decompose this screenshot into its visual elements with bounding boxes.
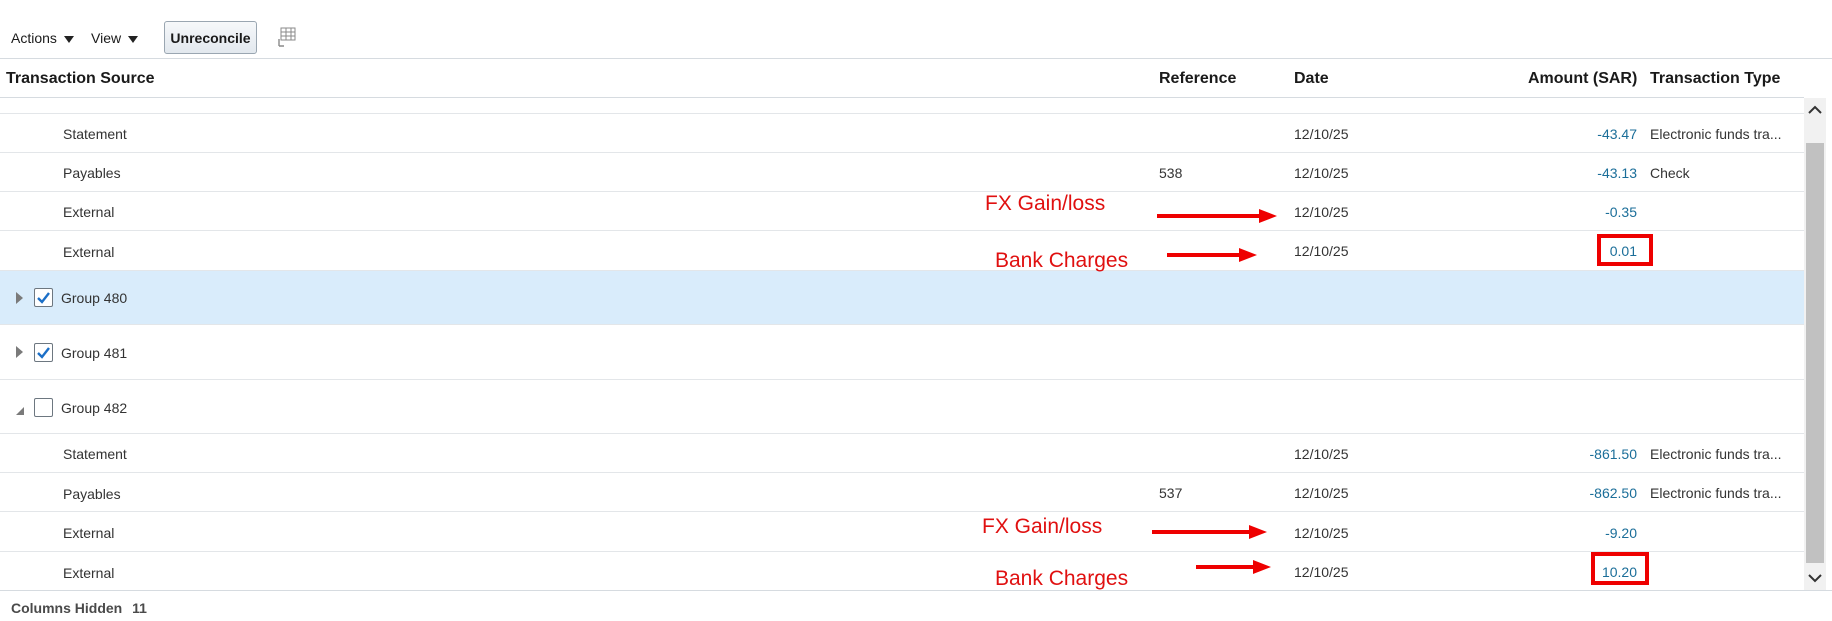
group-checkbox[interactable]	[34, 288, 53, 307]
cell-date: 12/10/25	[1294, 165, 1349, 181]
cell-date: 12/10/25	[1294, 446, 1349, 462]
view-menu[interactable]: View	[91, 30, 139, 46]
column-header-transaction-source[interactable]: Transaction Source	[6, 70, 155, 88]
cell-transaction-source: External	[63, 525, 115, 541]
chevron-up-icon[interactable]	[1806, 100, 1824, 120]
view-menu-label: View	[91, 30, 122, 46]
cell-reference: 537	[1159, 485, 1183, 501]
table-row[interactable]: External 12/10/25 0.01	[0, 231, 1804, 271]
table-row[interactable]: External 12/10/25 10.20	[0, 552, 1804, 591]
cell-transaction-source: External	[63, 244, 115, 260]
cell-transaction-type: Electronic funds tra...	[1650, 485, 1782, 501]
table-row-group[interactable]: Group 481	[0, 325, 1804, 380]
annotation-arrow	[1196, 560, 1271, 574]
cell-transaction-source: Statement	[63, 126, 127, 142]
cell-transaction-type: Electronic funds tra...	[1650, 126, 1782, 142]
table-row-group[interactable]: Group 482	[0, 380, 1804, 434]
group-checkbox[interactable]	[34, 398, 53, 417]
cell-date: 12/10/25	[1294, 126, 1349, 142]
annotation-arrow	[1152, 525, 1267, 539]
toolbar: Actions View Unreconcile	[0, 18, 1832, 54]
cell-transaction-type: Electronic funds tra...	[1650, 446, 1782, 462]
cell-transaction-source: Payables	[63, 486, 121, 502]
table-row-group[interactable]: Group 480	[0, 271, 1804, 325]
actions-menu[interactable]: Actions	[11, 30, 74, 46]
column-header-date[interactable]: Date	[1294, 70, 1329, 88]
cell-transaction-source: External	[63, 565, 115, 581]
footer-divider	[0, 590, 1832, 591]
annotation-highlight-box	[1591, 552, 1649, 585]
annotation-bank-charges: Bank Charges	[995, 567, 1129, 590]
cell-amount[interactable]: -43.13	[1517, 165, 1637, 181]
unreconcile-button[interactable]: Unreconcile	[164, 21, 257, 54]
cell-amount[interactable]: -43.47	[1517, 126, 1637, 142]
table-row[interactable]: Statement 12/10/25 -43.47 Electronic fun…	[0, 114, 1804, 153]
cell-amount[interactable]: -861.50	[1517, 446, 1637, 462]
cell-transaction-source: Payables	[63, 165, 121, 181]
annotation-arrow	[1167, 248, 1257, 262]
actions-menu-label: Actions	[11, 30, 57, 46]
scrollbar-thumb[interactable]	[1806, 143, 1824, 563]
table-row[interactable]: Payables 537 12/10/25 -862.50 Electronic…	[0, 473, 1804, 512]
cell-date: 12/10/25	[1294, 485, 1349, 501]
group-checkbox[interactable]	[34, 343, 53, 362]
column-header-reference[interactable]: Reference	[1159, 70, 1236, 88]
table-body: Statement 12/10/25 -43.47 Electronic fun…	[0, 114, 1804, 591]
annotation-bank-charges: Bank Charges	[995, 249, 1129, 272]
annotation-highlight-box	[1597, 234, 1653, 266]
cell-reference: 538	[1159, 165, 1183, 181]
table-header: Transaction Source Reference Date Amount…	[0, 59, 1832, 97]
triangle-right-icon[interactable]	[16, 292, 23, 304]
cell-amount[interactable]: -862.50	[1517, 485, 1637, 501]
columns-hidden-status: Columns Hidden 11	[11, 600, 147, 616]
column-header-amount[interactable]: Amount (SAR)	[1528, 70, 1637, 88]
annotation-arrow	[1157, 209, 1277, 223]
triangle-right-icon[interactable]	[16, 346, 23, 358]
table-detach-icon[interactable]	[277, 26, 297, 53]
cell-date: 12/10/25	[1294, 243, 1349, 259]
cell-amount[interactable]: -0.35	[1517, 204, 1637, 220]
column-header-transaction-type[interactable]: Transaction Type	[1650, 70, 1780, 88]
group-label: Group 480	[61, 290, 128, 306]
caret-down-icon	[128, 35, 139, 43]
annotation-fx-gain-loss: FX Gain/loss	[985, 192, 1106, 215]
cell-date: 12/10/25	[1294, 204, 1349, 220]
columns-hidden-count: 11	[132, 600, 147, 616]
columns-hidden-label: Columns Hidden	[11, 600, 123, 616]
table-row[interactable]: Statement 12/10/25 -861.50 Electronic fu…	[0, 434, 1804, 473]
group-label: Group 482	[61, 400, 128, 416]
cell-transaction-source: Statement	[63, 446, 127, 462]
table-row[interactable]: Payables 538 12/10/25 -43.13 Check	[0, 153, 1804, 192]
chevron-down-icon[interactable]	[1806, 568, 1824, 588]
group-label: Group 481	[61, 345, 128, 361]
annotation-fx-gain-loss: FX Gain/loss	[982, 515, 1103, 538]
table-row[interactable]: External 12/10/25 -0.35	[0, 192, 1804, 231]
header-divider	[0, 97, 1804, 98]
cell-date: 12/10/25	[1294, 564, 1349, 580]
table-row[interactable]: External 12/10/25 -9.20	[0, 512, 1804, 552]
cell-transaction-type: Check	[1650, 165, 1690, 181]
cell-transaction-source: External	[63, 204, 115, 220]
cell-amount[interactable]: -9.20	[1517, 525, 1637, 541]
cell-date: 12/10/25	[1294, 525, 1349, 541]
caret-down-icon	[63, 35, 74, 43]
